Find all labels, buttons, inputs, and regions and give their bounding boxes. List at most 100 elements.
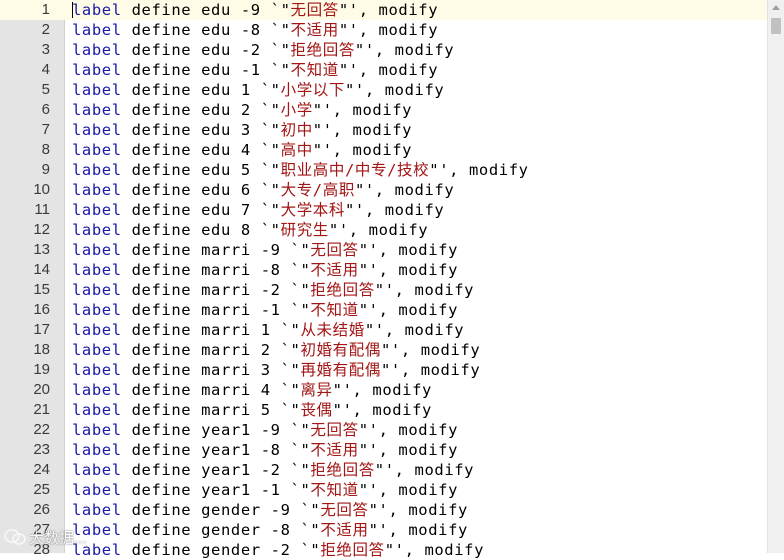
plain-token: "', modify	[384, 541, 485, 559]
line-number: 24	[33, 461, 50, 478]
line-number: 1	[41, 1, 50, 18]
line-number: 2	[41, 21, 50, 38]
plain-token: "', modify	[368, 501, 468, 519]
line-number: 5	[41, 81, 50, 98]
plain-token: "', modify	[380, 341, 481, 359]
code-line[interactable]: 11 label define edu 7 `"大学本科"', modify	[0, 200, 768, 220]
plain-token: "', modify	[354, 41, 455, 59]
keyword-token: label	[72, 81, 122, 99]
code-text: label define edu 7 `"大学本科"', modify	[72, 200, 444, 220]
plain-token: "', modify	[338, 1, 439, 19]
watermark: 大数据...	[4, 526, 87, 548]
plain-token: define marri -1 `"	[121, 301, 311, 319]
vertical-scrollbar[interactable]	[767, 0, 784, 553]
line-number: 21	[33, 401, 50, 418]
plain-token: define marri 5 `"	[121, 401, 301, 419]
code-line[interactable]: 13 label define marri -9 `"无回答"', modify	[0, 240, 768, 260]
string-token: 不知道	[310, 481, 359, 499]
plain-token: "', modify	[354, 181, 455, 199]
keyword-token: label	[72, 481, 122, 499]
scrollbar-thumb[interactable]	[771, 18, 781, 34]
line-number: 23	[33, 441, 50, 458]
code-line[interactable]: 4 label define edu -1 `"不知道"', modify	[0, 60, 768, 80]
code-line[interactable]: 15 label define marri -2 `"拒绝回答"', modify	[0, 280, 768, 300]
code-line[interactable]: 18 label define marri 2 `"初婚有配偶"', modify	[0, 340, 768, 360]
string-token: 小学以下	[280, 81, 345, 99]
code-line[interactable]: 3 label define edu -2 `"拒绝回答"', modify	[0, 40, 768, 60]
keyword-token: label	[72, 461, 122, 479]
string-token: 不适用	[290, 21, 339, 39]
code-line[interactable]: 23 label define year1 -8 `"不适用"', modify	[0, 440, 768, 460]
plain-token: "', modify	[429, 161, 529, 179]
code-line[interactable]: 2 label define edu -8 `"不适用"', modify	[0, 20, 768, 40]
keyword-token: label	[72, 381, 122, 399]
code-line[interactable]: 1 label define edu -9 `"无回答"', modify	[0, 0, 768, 20]
line-number: 9	[41, 161, 50, 178]
keyword-token: label	[72, 441, 122, 459]
plain-token: define gender -9 `"	[121, 501, 321, 519]
string-token: 不知道	[290, 61, 339, 79]
plain-token: "', modify	[358, 241, 459, 259]
code-line[interactable]: 19 label define marri 3 `"再婚有配偶"', modify	[0, 360, 768, 380]
code-text: label define marri -2 `"拒绝回答"', modify	[72, 280, 474, 300]
string-token: 初中	[280, 121, 313, 139]
plain-token: define marri -2 `"	[121, 281, 311, 299]
line-number: 16	[33, 301, 50, 318]
code-line[interactable]: 8 label define edu 4 `"高中"', modify	[0, 140, 768, 160]
code-line[interactable]: 28 label define gender -2 `"拒绝回答"', modif…	[0, 540, 768, 560]
code-line[interactable]: 7 label define edu 3 `"初中"', modify	[0, 120, 768, 140]
code-line[interactable]: 5 label define edu 1 `"小学以下"', modify	[0, 80, 768, 100]
string-token: 无回答	[310, 241, 359, 259]
code-line[interactable]: 27 label define gender -8 `"不适用"', modify	[0, 520, 768, 540]
plain-token: "', modify	[338, 61, 439, 79]
keyword-token: label	[72, 61, 122, 79]
line-number: 26	[33, 501, 50, 518]
plain-token: "', modify	[345, 81, 445, 99]
plain-token: "', modify	[328, 221, 429, 239]
code-line[interactable]: 24 label define year1 -2 `"拒绝回答"', modify	[0, 460, 768, 480]
line-number: 25	[33, 481, 50, 498]
code-editor[interactable]: 1 label define edu -9 `"无回答"', modify 2 lab…	[0, 0, 784, 559]
string-token: 大专/高职	[280, 181, 355, 199]
code-line[interactable]: 21 label define marri 5 `"丧偶"', modify	[0, 400, 768, 420]
string-token: 拒绝回答	[290, 41, 355, 59]
keyword-token: label	[72, 341, 122, 359]
code-line[interactable]: 9 label define edu 5 `"职业高中/中专/技校"', modi…	[0, 160, 768, 180]
plain-token: "', modify	[358, 421, 459, 439]
plain-token: define edu 7 `"	[121, 201, 281, 219]
keyword-token: label	[72, 41, 122, 59]
code-line[interactable]: 26 label define gender -9 `"无回答"', modify	[0, 500, 768, 520]
code-text: label define year1 -2 `"拒绝回答"', modify	[72, 460, 474, 480]
string-token: 从未结婚	[300, 321, 365, 339]
plain-token: define edu 8 `"	[121, 221, 281, 239]
code-line[interactable]: 16 label define marri -1 `"不知道"', modify	[0, 300, 768, 320]
line-number: 20	[33, 381, 50, 398]
plain-token: "', modify	[380, 361, 481, 379]
code-text: label define marri -8 `"不适用"', modify	[72, 260, 458, 280]
code-text: label define year1 -9 `"无回答"', modify	[72, 420, 458, 440]
text-caret	[72, 2, 73, 18]
code-line[interactable]: 12 label define edu 8 `"研究生"', modify	[0, 220, 768, 240]
plain-token: "', modify	[312, 121, 413, 139]
string-token: 研究生	[280, 221, 329, 239]
plain-token: define gender -8 `"	[121, 521, 321, 539]
code-line[interactable]: 14 label define marri -8 `"不适用"', modify	[0, 260, 768, 280]
plain-token: "', modify	[358, 261, 459, 279]
plain-token: "', modify	[312, 141, 413, 159]
code-line[interactable]: 20 label define marri 4 `"离异"', modify	[0, 380, 768, 400]
keyword-token: label	[72, 241, 122, 259]
plain-token: "', modify	[358, 481, 459, 499]
string-token: 无回答	[310, 421, 359, 439]
code-line[interactable]: 22 label define year1 -9 `"无回答"', modify	[0, 420, 768, 440]
code-text: label define gender -2 `"拒绝回答"', modify	[72, 540, 484, 560]
keyword-token: label	[72, 221, 122, 239]
scroll-up-arrow-icon[interactable]	[772, 5, 780, 10]
code-line[interactable]: 10 label define edu 6 `"大专/高职"', modify	[0, 180, 768, 200]
code-line[interactable]: 6 label define edu 2 `"小学"', modify	[0, 100, 768, 120]
string-token: 不知道	[310, 301, 359, 319]
code-line[interactable]: 17 label define marri 1 `"从未结婚"', modify	[0, 320, 768, 340]
code-text: label define edu 3 `"初中"', modify	[72, 120, 412, 140]
plain-token: define edu -9 `"	[121, 1, 291, 19]
string-token: 职业高中/中专/技校	[280, 161, 430, 179]
code-line[interactable]: 25 label define year1 -1 `"不知道"', modify	[0, 480, 768, 500]
